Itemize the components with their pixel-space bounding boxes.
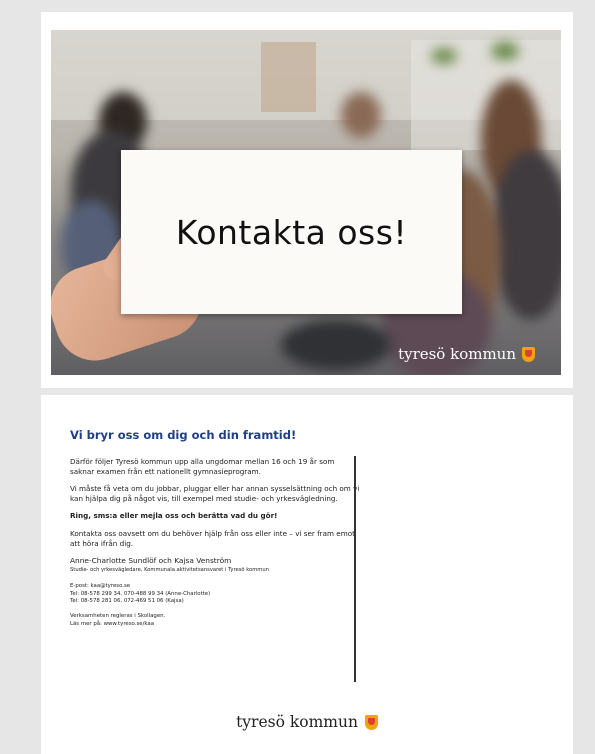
legal-info: Verksamheten regleras i Skollagen. Läs m… xyxy=(70,613,360,628)
signature-names: Anne-Charlotte Sundlöf och Kajsa Venströ… xyxy=(70,556,232,566)
divider-line xyxy=(354,456,356,682)
back-heading: Vi bryr oss om dig och din framtid! xyxy=(70,428,297,442)
footer-brand-name: tyresö kommun xyxy=(236,713,358,731)
body-text: Därför följer Tyresö kommun upp alla ung… xyxy=(70,457,360,636)
brochure-back-page: Vi bryr oss om dig och din framtid! Därf… xyxy=(41,395,573,754)
card-title: Kontakta oss! xyxy=(175,212,408,252)
paragraph: Kontakta oss oavsett om du behöver hjälp… xyxy=(70,528,355,548)
brand-name: tyresö kommun xyxy=(398,345,516,363)
call-to-action: Ring, sms:a eller mejla oss och berätta … xyxy=(70,511,278,521)
legal-line: Verksamheten regleras i Skollagen. xyxy=(70,613,166,620)
contact-phone: Tel: 08-578 299 34, 070-488 99 34 (Anne-… xyxy=(70,590,211,597)
contact-email: E-post: kaa@tyreso.se xyxy=(70,583,131,590)
person-head xyxy=(341,92,381,138)
paragraph: Därför följer Tyresö kommun upp alla ung… xyxy=(70,457,335,476)
tyreso-shield-icon xyxy=(364,714,378,730)
contact-phone: Tel: 08-578 281 06, 072-469 51 06 (Kajsa… xyxy=(70,597,184,604)
tyreso-shield-icon xyxy=(522,346,535,362)
paragraph: Vi måste få veta om du jobbar, pluggar e… xyxy=(70,484,360,503)
plant xyxy=(491,42,519,60)
brand-logo: tyresö kommun xyxy=(398,345,535,363)
footer-brand-logo: tyresö kommun xyxy=(41,713,573,731)
brochure-front-page: Kontakta oss! tyresö kommun xyxy=(41,12,573,388)
person-body xyxy=(491,150,561,320)
notebook xyxy=(281,320,391,370)
plant xyxy=(431,48,457,64)
contact-card: Kontakta oss! xyxy=(121,150,462,314)
legal-link: Läs mer på: www.tyreso.se/kaa xyxy=(70,620,155,627)
contact-info: E-post: kaa@tyreso.se Tel: 08-578 299 34… xyxy=(70,583,360,605)
signature-role: Studie- och yrkesvägledare, Kommunala ak… xyxy=(70,567,269,574)
office-photo: Kontakta oss! tyresö kommun xyxy=(51,30,561,375)
door-panel xyxy=(261,42,316,112)
